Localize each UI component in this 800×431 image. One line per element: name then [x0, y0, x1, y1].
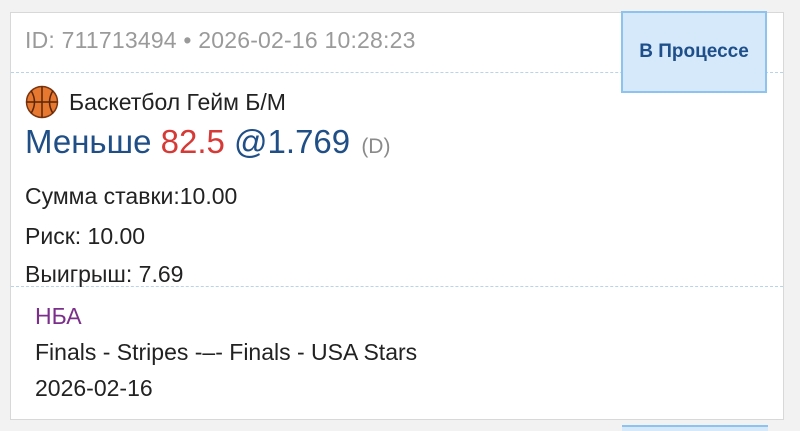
- selection-row: Меньше 82.5 @1.769 (D): [25, 123, 390, 161]
- bet-card-header: ID: 711713494 • 2026-02-16 10:28:23 В Пр…: [11, 11, 783, 93]
- market-name: Баскетбол Гейм Б/М: [69, 88, 286, 115]
- win-amount: Выигрыш: 7.69: [25, 261, 184, 287]
- odds-format: (D): [361, 135, 391, 158]
- selection-pick: Меньше: [25, 123, 152, 160]
- risk-amount: Риск: 10.00: [25, 223, 146, 249]
- selection-odds: @1.769: [234, 123, 351, 160]
- event-date: 2026-02-16: [35, 375, 153, 401]
- basketball-icon: [25, 85, 59, 119]
- stake-amount: Сумма ставки:10.00: [25, 183, 238, 209]
- event-name: Finals - Stripes -–- Finals - USA Stars: [35, 339, 418, 365]
- next-card-status-badge-edge: [622, 425, 768, 431]
- bet-id-timestamp: ID: 711713494 • 2026-02-16 10:28:23: [25, 27, 416, 53]
- bet-card[interactable]: ID: 711713494 • 2026-02-16 10:28:23 В Пр…: [10, 11, 784, 420]
- league-name: НБА: [35, 303, 82, 329]
- event-info: НБА Finals - Stripes -–- Finals - USA St…: [11, 287, 783, 419]
- sport-row: Баскетбол Гейм Б/М: [25, 83, 286, 121]
- bet-details: Баскетбол Гейм Б/М Меньше 82.5 @1.769 (D…: [11, 73, 783, 287]
- selection-line: 82.5: [160, 123, 225, 160]
